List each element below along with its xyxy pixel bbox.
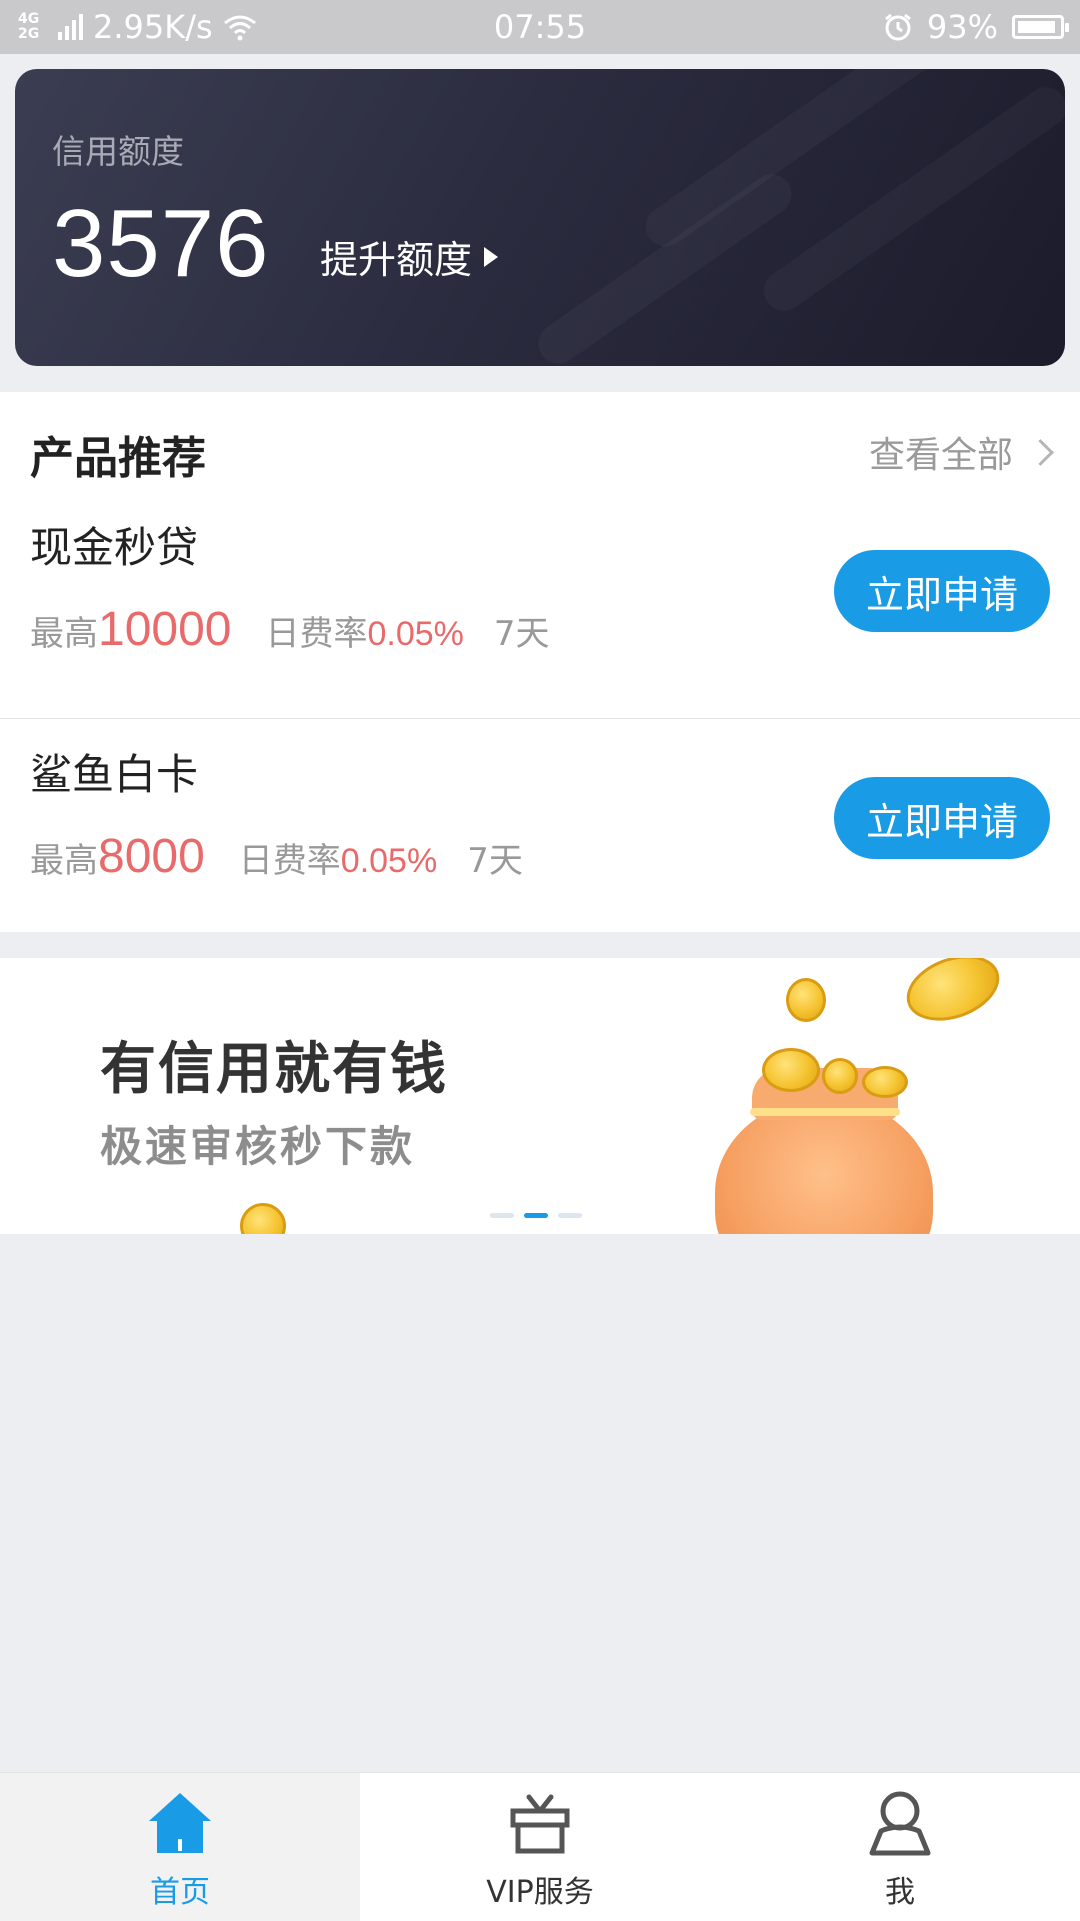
coin-icon xyxy=(762,1048,820,1092)
bottom-navigation: 首页 VIP服务 我 xyxy=(0,1772,1080,1921)
coin-icon xyxy=(822,1058,858,1094)
battery-icon xyxy=(1012,15,1069,39)
rate-label: 日费率 xyxy=(265,614,368,654)
nav-vip[interactable]: VIP服务 xyxy=(360,1773,720,1921)
product-item: 鲨鱼白卡 最高 8000 日费率 0.05% 7天 立即申请 xyxy=(0,719,1080,945)
product-meta: 最高 8000 日费率 0.05% 7天 xyxy=(30,829,523,884)
credit-card: 信用额度 3576 提升额度 xyxy=(15,69,1065,366)
chevron-right-icon xyxy=(1027,438,1054,466)
card-decoration xyxy=(638,69,972,254)
carousel-dot[interactable] xyxy=(524,1213,548,1218)
user-icon xyxy=(869,1791,931,1856)
daily-rate: 0.05% xyxy=(367,615,464,653)
banner-title: 有信用就有钱 xyxy=(100,1037,448,1102)
nav-home[interactable]: 首页 xyxy=(0,1773,360,1921)
coin-icon xyxy=(897,958,1009,1033)
nav-vip-label: VIP服务 xyxy=(486,1875,594,1910)
loan-term: 7天 xyxy=(467,841,523,881)
max-label: 最高 xyxy=(30,614,98,654)
coin-icon xyxy=(786,978,826,1022)
battery-percent: 93% xyxy=(926,8,998,46)
loan-term: 7天 xyxy=(493,614,550,654)
apply-button[interactable]: 立即申请 xyxy=(834,777,1050,859)
raise-limit-button[interactable]: 提升额度 xyxy=(320,229,499,284)
bag-ribbon xyxy=(750,1108,900,1116)
rate-label: 日费率 xyxy=(238,841,341,881)
carousel-indicator[interactable] xyxy=(490,1213,582,1218)
credit-limit-label: 信用额度 xyxy=(52,132,184,171)
status-bar: 4G 2G 2.95K/s 07:55 93% xyxy=(0,0,1080,54)
nav-me-label: 我 xyxy=(885,1875,915,1910)
product-name: 现金秒贷 xyxy=(30,523,199,572)
product-name: 鲨鱼白卡 xyxy=(30,750,199,799)
view-all-label: 查看全部 xyxy=(868,435,1013,476)
promo-banner[interactable]: 有信用就有钱 极速审核秒下款 xyxy=(0,958,1080,1234)
section-title: 产品推荐 xyxy=(30,433,206,484)
banner-subtitle: 极速审核秒下款 xyxy=(100,1122,416,1171)
product-meta: 最高 10000 日费率 0.05% 7天 xyxy=(30,602,550,657)
view-all-link[interactable]: 查看全部 xyxy=(868,426,1054,478)
coin-icon xyxy=(862,1066,908,1098)
play-arrow-icon xyxy=(484,246,499,267)
alarm-icon xyxy=(884,13,911,41)
coin-icon xyxy=(240,1203,286,1234)
nav-home-label: 首页 xyxy=(150,1875,210,1910)
credit-limit-amount: 3576 xyxy=(52,190,270,297)
status-right: 93% xyxy=(883,8,1069,46)
battery-fill xyxy=(1018,21,1055,33)
max-amount: 10000 xyxy=(98,603,232,656)
home-icon xyxy=(149,1793,211,1853)
apply-button[interactable]: 立即申请 xyxy=(834,550,1050,632)
nav-me[interactable]: 我 xyxy=(720,1773,1080,1921)
max-label: 最高 xyxy=(30,841,98,881)
raise-limit-label: 提升额度 xyxy=(320,238,473,282)
gift-icon xyxy=(510,1794,570,1854)
card-decoration xyxy=(531,167,800,366)
carousel-dot[interactable] xyxy=(490,1213,514,1218)
product-item: 现金秒贷 最高 10000 日费率 0.05% 7天 立即申请 xyxy=(0,492,1080,719)
carousel-dot[interactable] xyxy=(558,1213,582,1218)
product-recommendations: 产品推荐 查看全部 现金秒贷 最高 10000 日费率 0.05% 7天 立即申… xyxy=(0,392,1080,932)
max-amount: 8000 xyxy=(98,830,205,883)
daily-rate: 0.05% xyxy=(340,842,438,880)
